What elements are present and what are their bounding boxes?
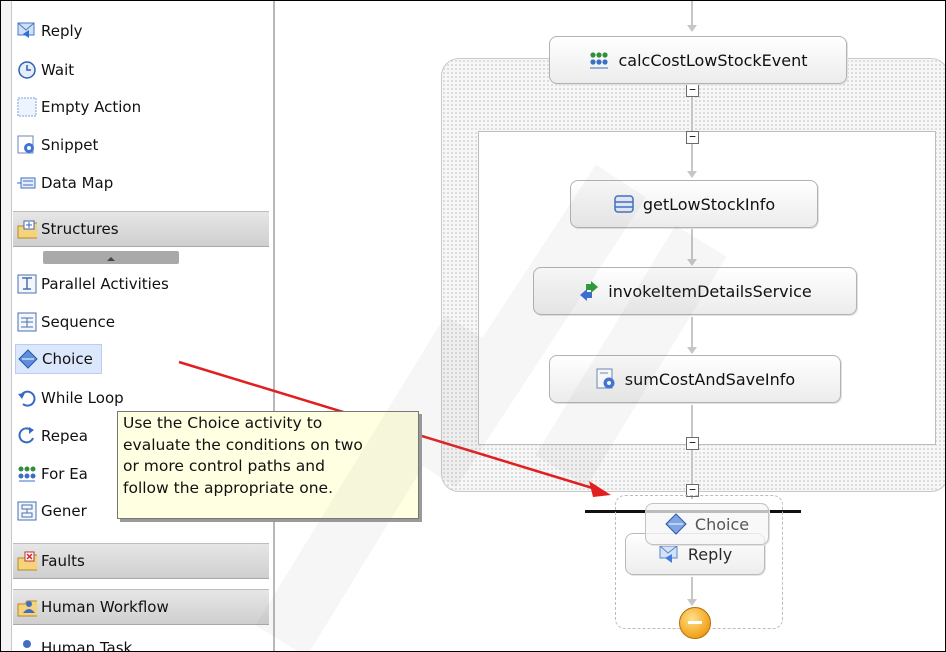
- collapse-toggle[interactable]: −: [686, 131, 699, 144]
- activity-label: Choice: [694, 514, 750, 534]
- palette-item-wait[interactable]: Wait: [17, 55, 74, 85]
- palette-scroll-handle[interactable]: [43, 251, 179, 264]
- tooltip-line: follow the appropriate one.: [123, 478, 334, 497]
- reply-icon: [17, 21, 37, 41]
- palette-item-while-loop[interactable]: While Loop: [17, 383, 124, 413]
- connector-arrow: [687, 347, 697, 354]
- sequence-icon: [17, 312, 37, 332]
- drawer-header: Human Workflow: [17, 592, 169, 622]
- palette-item-label: Snippet: [41, 136, 99, 154]
- parallel-icon: [17, 274, 37, 294]
- choice-tooltip: Use the Choice activity to evaluate the …: [117, 411, 419, 519]
- palette-item-reply[interactable]: Reply: [17, 16, 83, 46]
- drawer-label: Faults: [41, 552, 85, 570]
- invoke-icon: [578, 280, 600, 302]
- while-loop-icon: [17, 388, 37, 408]
- palette-item-repeat[interactable]: Repea: [17, 421, 88, 451]
- collapse-toggle[interactable]: −: [686, 84, 699, 97]
- palette-item-snippet[interactable]: Snippet: [17, 130, 98, 160]
- activity-label: getLowStockInfo: [642, 194, 776, 214]
- activity-get-low-stock-info[interactable]: getLowStockInfo: [570, 180, 818, 228]
- palette-item-generalized-flow[interactable]: Gener: [17, 496, 87, 526]
- palette-item-data-map[interactable]: Data Map: [17, 168, 113, 198]
- drawer-label: Structures: [41, 220, 119, 238]
- palette-item-label: Gener: [41, 502, 87, 520]
- activity-label: calcCostLowStockEvent: [618, 50, 808, 70]
- end-node-bar: [688, 621, 702, 624]
- palette-item-label: Wait: [41, 61, 75, 79]
- palette-item-label: While Loop: [41, 389, 124, 407]
- empty-action-icon: [17, 97, 37, 117]
- drawer-header: Faults: [17, 546, 85, 576]
- connector-arrow: [687, 171, 697, 178]
- snippet-icon: [595, 368, 617, 390]
- palette-item-label: For Ea: [41, 465, 88, 483]
- palette-item-sequence[interactable]: Sequence: [17, 307, 115, 337]
- activity-invoke-item-details-service[interactable]: invokeItemDetailsService: [533, 267, 857, 315]
- generalized-flow-icon: [17, 501, 37, 521]
- tooltip-line: evaluate the conditions on two: [123, 435, 363, 454]
- palette-item-label: Sequence: [41, 313, 115, 331]
- palette-edge: [1, 1, 12, 651]
- for-each-icon: [588, 49, 610, 71]
- dragged-choice-ghost[interactable]: Choice: [645, 503, 769, 545]
- choice-icon: [665, 513, 687, 535]
- for-each-icon: [17, 464, 37, 484]
- connector-arrow: [687, 259, 697, 266]
- data-source-icon: [613, 193, 635, 215]
- activity-label: Reply: [687, 544, 733, 564]
- human-workflow-icon: [17, 597, 37, 617]
- activity-calc-cost-low-stock-event[interactable]: calcCostLowStockEvent: [549, 36, 847, 84]
- tooltip-line: Use the Choice activity to: [123, 414, 323, 432]
- drawer-structures[interactable]: Structures: [13, 211, 269, 247]
- drawer-label: Human Workflow: [41, 598, 169, 616]
- palette-item-label: Empty Action: [41, 98, 142, 116]
- palette-item-choice[interactable]: Choice: [15, 344, 102, 374]
- palette-item-for-each[interactable]: For Ea: [17, 459, 88, 489]
- repeat-icon: [17, 426, 37, 446]
- snippet-icon: [17, 135, 37, 155]
- palette-item-empty-action[interactable]: Empty Action: [17, 92, 141, 122]
- activity-label: invokeItemDetailsService: [608, 281, 812, 301]
- connector-arrow: [687, 25, 697, 32]
- faults-icon: [17, 551, 37, 571]
- drawer-header: Structures: [17, 214, 119, 244]
- data-map-icon: [17, 173, 37, 193]
- palette-item-parallel-activities[interactable]: Parallel Activities: [17, 269, 169, 299]
- palette-item-label: Choice: [42, 350, 93, 368]
- palette-item-label: Human Task: [41, 639, 133, 652]
- activity-label: sumCostAndSaveInfo: [624, 369, 796, 389]
- structures-icon: [17, 219, 37, 239]
- drawer-human-workflow[interactable]: Human Workflow: [13, 589, 269, 625]
- editor-frame: Reply Wait Empty Action Snippet Data Map: [0, 0, 946, 652]
- palette-item-label: Data Map: [41, 174, 114, 192]
- palette-item-human-task[interactable]: Human Task: [17, 633, 133, 652]
- clock-icon: [17, 60, 37, 80]
- drawer-faults[interactable]: Faults: [13, 543, 269, 579]
- choice-icon: [18, 349, 38, 369]
- human-task-icon: [17, 638, 37, 651]
- palette-item-label: Reply: [41, 22, 83, 40]
- palette-item-label: Parallel Activities: [41, 275, 169, 293]
- reply-icon: [658, 543, 680, 565]
- activity-sum-cost-and-save-info[interactable]: sumCostAndSaveInfo: [549, 355, 841, 403]
- tooltip-line: or more control paths and: [123, 457, 325, 475]
- palette-item-label: Repea: [41, 427, 88, 445]
- process-end-node[interactable]: [679, 607, 711, 639]
- palette-panel: Reply Wait Empty Action Snippet Data Map: [1, 1, 275, 652]
- collapse-toggle[interactable]: −: [686, 437, 699, 450]
